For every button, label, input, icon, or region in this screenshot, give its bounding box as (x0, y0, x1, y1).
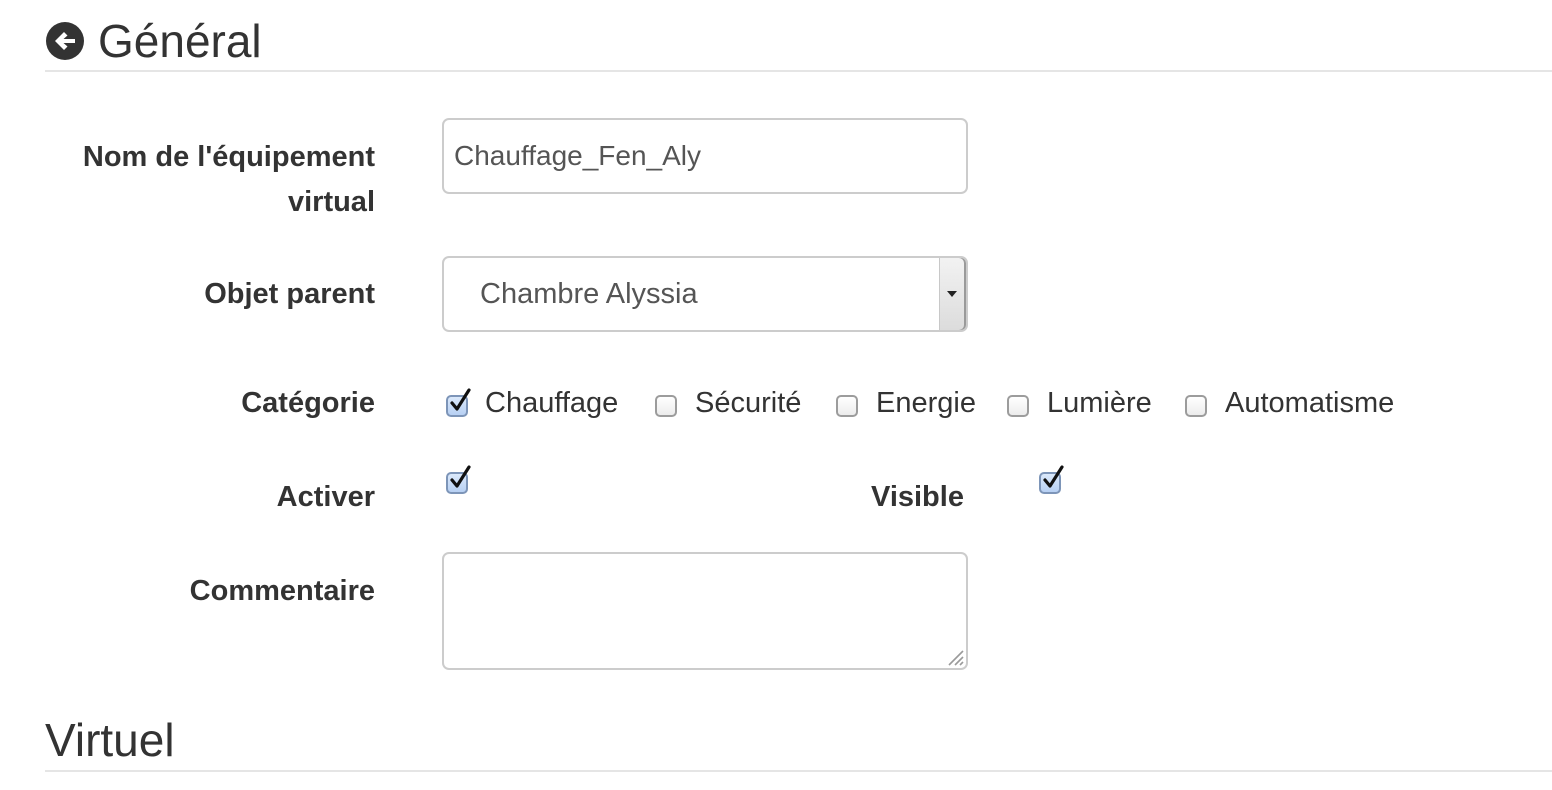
comment-label: Commentaire (189, 575, 375, 607)
general-section-header: Général (45, 12, 1552, 72)
name-label-line1: Nom de l'équipement (82, 141, 375, 173)
category-chauffage-checkbox[interactable] (446, 388, 471, 417)
resize-grip-icon[interactable] (946, 648, 964, 666)
virtuel-section-title: Virtuel (45, 714, 175, 766)
equipment-name-input[interactable] (442, 118, 968, 194)
category-automatisme-checkbox[interactable] (1185, 395, 1207, 417)
circle-arrow-left-icon[interactable] (45, 21, 85, 61)
category-securite-checkbox[interactable] (655, 395, 677, 417)
visible-checkbox[interactable] (1039, 465, 1064, 494)
category-chauffage-label[interactable]: Chauffage (485, 381, 618, 426)
checkmark-icon (450, 388, 471, 411)
name-label: Nom de l'équipement virtual (35, 135, 375, 225)
select-dropdown-button[interactable] (939, 258, 966, 330)
checkmark-icon (450, 465, 471, 488)
name-label-line2: virtual (287, 186, 375, 218)
category-energie-label[interactable]: Energie (876, 381, 976, 426)
virtuel-section-header: Virtuel (45, 710, 1552, 772)
equipment-config-page: Général Nom de l'équipement virtual Obje… (0, 0, 1552, 790)
caret-down-icon (947, 291, 957, 297)
activer-checkbox[interactable] (446, 465, 471, 494)
checkmark-icon (1043, 465, 1064, 488)
general-section-title: Général (98, 15, 262, 67)
parent-label: Objet parent (204, 278, 375, 310)
category-energie-checkbox[interactable] (836, 395, 858, 417)
parent-object-select[interactable]: Chambre Alyssia (442, 256, 968, 332)
category-automatisme-label[interactable]: Automatisme (1225, 381, 1394, 426)
visible-label: Visible (871, 481, 964, 513)
category-lumiere-label[interactable]: Lumière (1047, 381, 1152, 426)
category-securite-label[interactable]: Sécurité (695, 381, 801, 426)
activer-label: Activer (276, 481, 375, 513)
parent-object-selected-value: Chambre Alyssia (480, 278, 698, 310)
category-lumiere-checkbox[interactable] (1007, 395, 1029, 417)
comment-textarea[interactable] (442, 552, 968, 670)
category-label: Catégorie (241, 387, 375, 419)
